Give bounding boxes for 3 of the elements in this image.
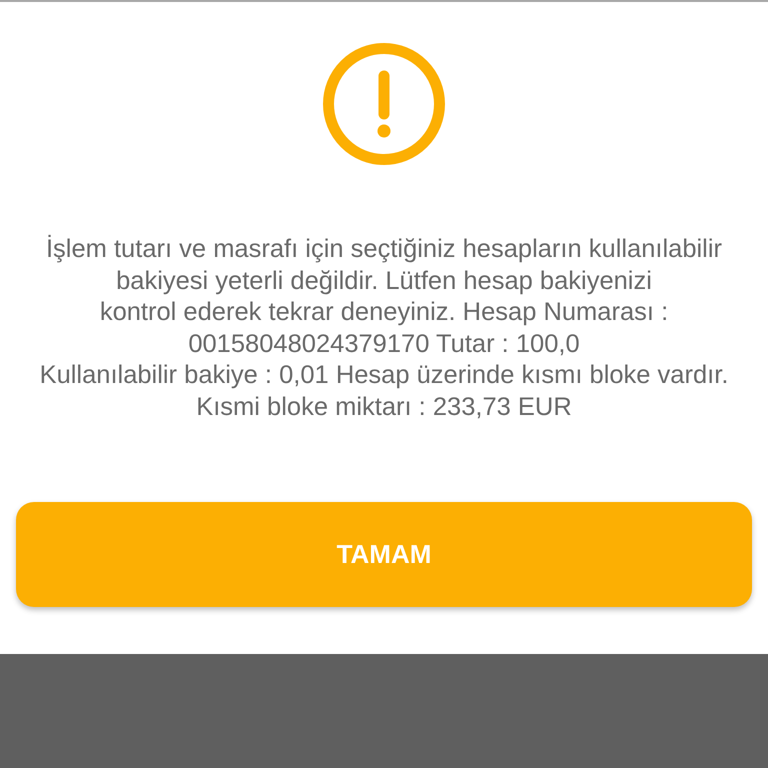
error-message: İşlem tutarı ve masrafı için seçtiğiniz hesapların kullanılabilir bakiyesi yeterli değildir. Lütfen hesap bakiyenizi kontrol ederek tekrar deneyiniz. Hesap Numarası : 00158048024379170 Tutar : 100,0 Kullanılabilir bakiye : 0,01 Hesap üzerinde kısmı bloke vardır. Kısmi bloke miktarı : 233,73 EUR — [38, 234, 730, 422]
ok-button[interactable]: TAMAM — [16, 502, 752, 607]
warning-icon — [323, 43, 445, 165]
